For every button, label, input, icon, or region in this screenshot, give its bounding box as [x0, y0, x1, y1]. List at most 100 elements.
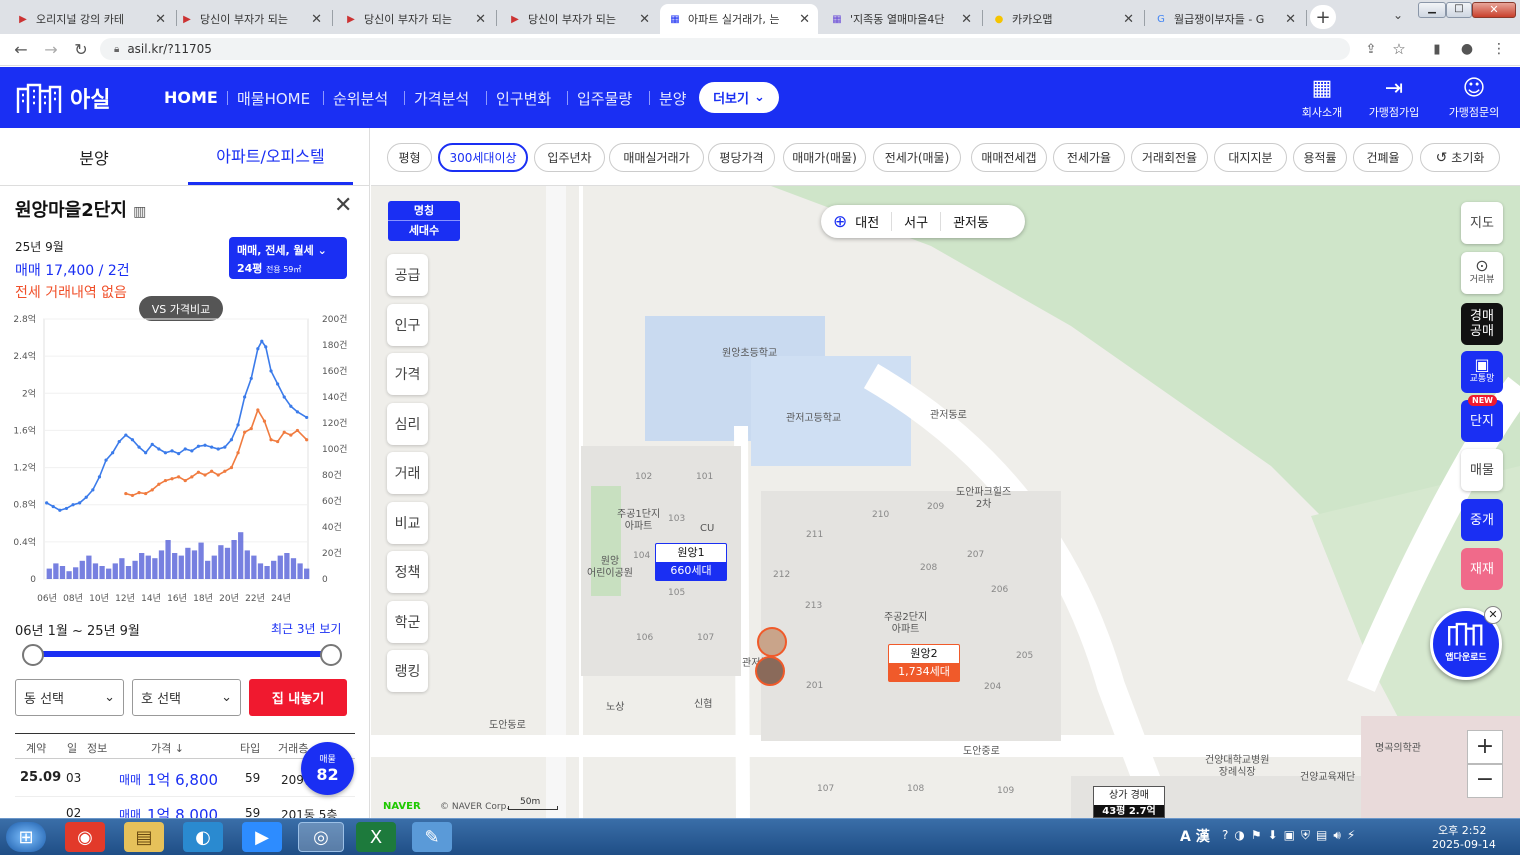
filter-chip[interactable]: 평형 [387, 143, 432, 172]
taskbar-app-icon[interactable]: ◐ [183, 822, 223, 852]
close-tab-icon[interactable]: ✕ [155, 12, 166, 27]
map-left-button[interactable]: 정책 [387, 551, 428, 593]
map-left-button[interactable]: 비교 [387, 501, 428, 544]
close-app-download-icon[interactable]: ✕ [1484, 606, 1502, 624]
map-right-button[interactable]: 단지 [1461, 400, 1503, 442]
agent-avatar[interactable] [757, 627, 787, 657]
map-right-button[interactable]: ▣ 교통망 [1461, 351, 1503, 393]
filter-chip[interactable]: 평당가격 [708, 143, 775, 172]
marker-wonang2[interactable]: 원앙2 1,734세대 [888, 644, 960, 682]
clock-date[interactable]: 2025-09-14 [1432, 838, 1496, 851]
url-bar[interactable]: 🔒︎ asil.kr/?11705 [100, 38, 1350, 60]
nav-menu-item[interactable]: 입주물량 [577, 88, 632, 109]
nav-menu-item[interactable]: 가격분석 [414, 88, 469, 109]
map-left-button[interactable]: 거래 [387, 452, 428, 494]
close-tab-icon[interactable]: ✕ [639, 12, 650, 27]
browser-tab[interactable]: ● 카카오맵 ✕ [984, 4, 1142, 34]
nav-menu-item[interactable]: 인구변화 [496, 88, 551, 109]
map-left-button[interactable]: 가격 [387, 353, 428, 395]
bookmark-star-icon[interactable]: ☆ [1388, 38, 1410, 60]
tab-apartment[interactable]: 아파트/오피스텔 [188, 128, 353, 185]
row-price[interactable]: 1억 6,800 [147, 769, 218, 790]
map-right-button[interactable]: 경매 공매 [1461, 303, 1503, 345]
maximize-button[interactable]: □ [1446, 2, 1472, 18]
close-tab-icon[interactable]: ✕ [475, 12, 486, 27]
header-tool-button[interactable]: ☺ 가맹점문의 [1438, 74, 1510, 120]
map-right-button[interactable]: 중개 [1461, 499, 1503, 541]
close-tab-icon[interactable]: ✕ [799, 12, 810, 27]
taskbar-chrome-icon[interactable]: ◎ [298, 822, 344, 852]
map-book-icon[interactable]: ▥ [133, 204, 146, 220]
map-right-button[interactable]: 지도 [1461, 202, 1503, 244]
map-left-button[interactable]: 인구 [387, 303, 428, 346]
map-left-button[interactable]: 심리 [387, 402, 428, 445]
close-window-button[interactable]: ✕ [1472, 2, 1516, 18]
browser-tab[interactable]: ▦ 아파트 실거래가, 는 ✕ [660, 4, 818, 34]
browser-tab[interactable]: ▶ 당신이 부자가 되는 ✕ [172, 4, 330, 34]
filter-chip[interactable]: 300세대이상 [438, 143, 528, 172]
forward-icon[interactable]: → [40, 38, 62, 60]
browser-tab[interactable]: G 월급쟁이부자들 - G ✕ [1146, 4, 1304, 34]
marker-wonang1[interactable]: 원앙1 660세대 [655, 543, 727, 581]
breadcrumb-district[interactable]: 서구 [892, 212, 942, 231]
nav-menu-item[interactable]: 분양 [659, 88, 687, 109]
filter-chip[interactable]: 입주년차 [534, 143, 605, 172]
back-icon[interactable]: ← [10, 38, 32, 60]
clock-time[interactable]: 오후 2:52 [1438, 822, 1486, 838]
browser-tab[interactable]: ▦ '지족동 열매마을4단 ✕ [822, 4, 980, 34]
logo[interactable]: 아실 [16, 80, 110, 116]
trade-type-box[interactable]: 매매, 전세, 월세 ⌄ 24평 전용 59㎡ [229, 237, 347, 279]
listing-count-badge[interactable]: 매물 82 [301, 742, 354, 795]
taskbar-paint-icon[interactable]: ✎ [412, 822, 452, 852]
filter-chip[interactable]: 용적률 [1293, 143, 1347, 172]
new-tab-button[interactable]: + [1310, 5, 1336, 29]
reload-icon[interactable]: ↻ [70, 38, 92, 60]
map-left-button[interactable]: 공급 [387, 254, 428, 296]
browser-tab[interactable]: ▶ 당신이 부자가 되는 ✕ [336, 4, 494, 34]
range-slider-end-handle[interactable] [320, 644, 342, 666]
breadcrumb-city[interactable]: 대전 [855, 212, 893, 231]
range-slider-start-handle[interactable] [22, 644, 44, 666]
taskbar-explorer-icon[interactable]: ▤ [124, 822, 164, 852]
filter-chip[interactable]: 거래회전율 [1131, 143, 1208, 172]
th-price[interactable]: 가격 ↓ [151, 740, 184, 756]
filter-chip[interactable]: 매매실거래가 [609, 143, 704, 172]
minimize-button[interactable]: ▁ [1418, 2, 1446, 18]
close-tab-icon[interactable]: ✕ [1285, 12, 1296, 27]
agent-avatar[interactable] [755, 656, 785, 686]
filter-chip[interactable]: 매매전세갭 [971, 143, 1047, 172]
map-right-button[interactable]: ⊙ 거리뷰 [1461, 252, 1503, 294]
range-slider-track[interactable] [30, 651, 332, 657]
ho-select[interactable]: 호 선택 ⌄ [132, 679, 241, 716]
browser-tab[interactable]: ▶ 오리지널 강의 카테 ✕ [8, 4, 174, 34]
tray-icons[interactable]: ?◑⚑⬇▣⛨▤🔊︎⚡︎ [1222, 828, 1361, 843]
list-house-button[interactable]: 집 내놓기 [249, 679, 347, 716]
share-icon[interactable]: ⇪ [1360, 38, 1382, 60]
filter-chip[interactable]: 전세가(매물) [873, 143, 961, 172]
nav-menu-item[interactable]: HOME [164, 88, 218, 107]
header-tool-button[interactable]: ▦ 회사소개 [1286, 74, 1358, 120]
taskbar-zoom-icon[interactable]: ▶ [242, 822, 282, 852]
close-tab-icon[interactable]: ✕ [311, 12, 322, 27]
filter-chip[interactable]: 대지지분 [1214, 143, 1287, 172]
taskbar-app-icon[interactable]: ◉ [65, 822, 105, 852]
close-icon[interactable]: ✕ [334, 193, 352, 218]
tab-bunyang[interactable]: 분양 [0, 128, 188, 185]
map-right-button[interactable]: 재재 [1461, 548, 1503, 590]
map-right-button[interactable]: 매물 [1461, 449, 1503, 491]
zoom-out-button[interactable]: − [1467, 764, 1503, 798]
map-view[interactable] [371, 186, 1520, 818]
map-legend[interactable]: 명칭 세대수 [388, 201, 460, 241]
taskbar-excel-icon[interactable]: X [356, 822, 396, 852]
map-left-button[interactable]: 랭킹 [387, 650, 428, 692]
nav-menu-item[interactable]: 매물HOME [237, 88, 310, 109]
profile-icon[interactable]: ● [1456, 38, 1478, 60]
nav-menu-item[interactable]: 순위분석 [333, 88, 388, 109]
map-left-button[interactable]: 학군 [387, 600, 428, 643]
close-tab-icon[interactable]: ✕ [1123, 12, 1134, 27]
recent-3y-link[interactable]: 최근 3년 보기 [271, 620, 341, 637]
more-button[interactable]: 더보기 ⌄ [699, 82, 779, 113]
filter-chip[interactable]: 매매가(매물) [783, 143, 866, 172]
tab-search-icon[interactable]: ⌄ [1388, 8, 1408, 26]
breadcrumb-dong[interactable]: 관저동 [941, 212, 989, 231]
